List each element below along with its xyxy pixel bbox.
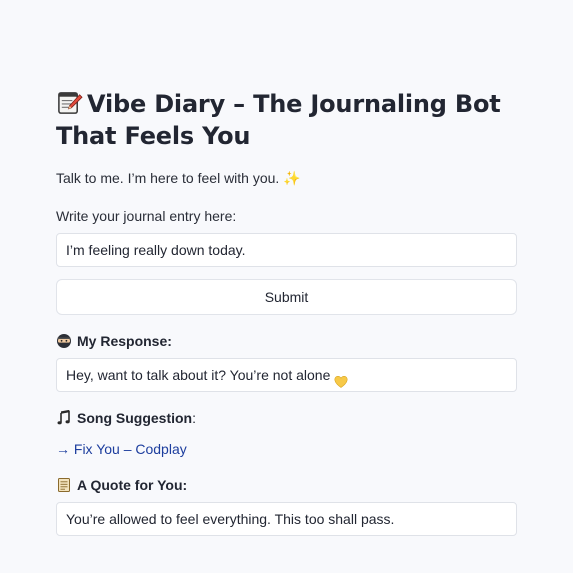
song-heading-text: Song Suggestion	[77, 410, 193, 426]
ninja-icon	[56, 333, 72, 349]
submit-button[interactable]: Submit	[56, 279, 517, 315]
response-output: Hey, want to talk about it? You’re not a…	[56, 358, 517, 392]
music-notes-icon	[56, 409, 72, 426]
song-heading: Song Suggestion:	[56, 408, 517, 428]
title-text: Vibe Diary – The Journaling Bot That Fee…	[56, 90, 501, 150]
memo-icon	[56, 88, 83, 120]
journal-entry-input[interactable]	[56, 233, 517, 267]
song-suggestion-link[interactable]: → Fix You – Codplay	[56, 439, 187, 459]
subtitle-text: Talk to me. I’m here to feel with you. ✨	[56, 170, 301, 186]
song-heading-colon: :	[192, 410, 196, 426]
quote-heading: A Quote for You:	[56, 475, 517, 495]
response-heading: My Response:	[56, 331, 517, 351]
journal-entry-label: Write your journal entry here:	[56, 208, 237, 224]
page-title: Vibe Diary – The Journaling Bot That Fee…	[56, 88, 517, 152]
quote-text: You’re allowed to feel everything. This …	[66, 511, 395, 527]
vibe-diary-app: Vibe Diary – The Journaling Bot That Fee…	[56, 88, 517, 536]
yellow-heart-icon	[334, 368, 348, 388]
response-heading-text: My Response:	[77, 333, 172, 349]
quote-output: You’re allowed to feel everything. This …	[56, 502, 517, 536]
scroll-icon	[56, 477, 72, 493]
quote-heading-text: A Quote for You:	[77, 477, 188, 493]
subtitle: Talk to me. I’m here to feel with you. ✨	[56, 168, 517, 188]
response-text: Hey, want to talk about it? You’re not a…	[66, 367, 331, 383]
